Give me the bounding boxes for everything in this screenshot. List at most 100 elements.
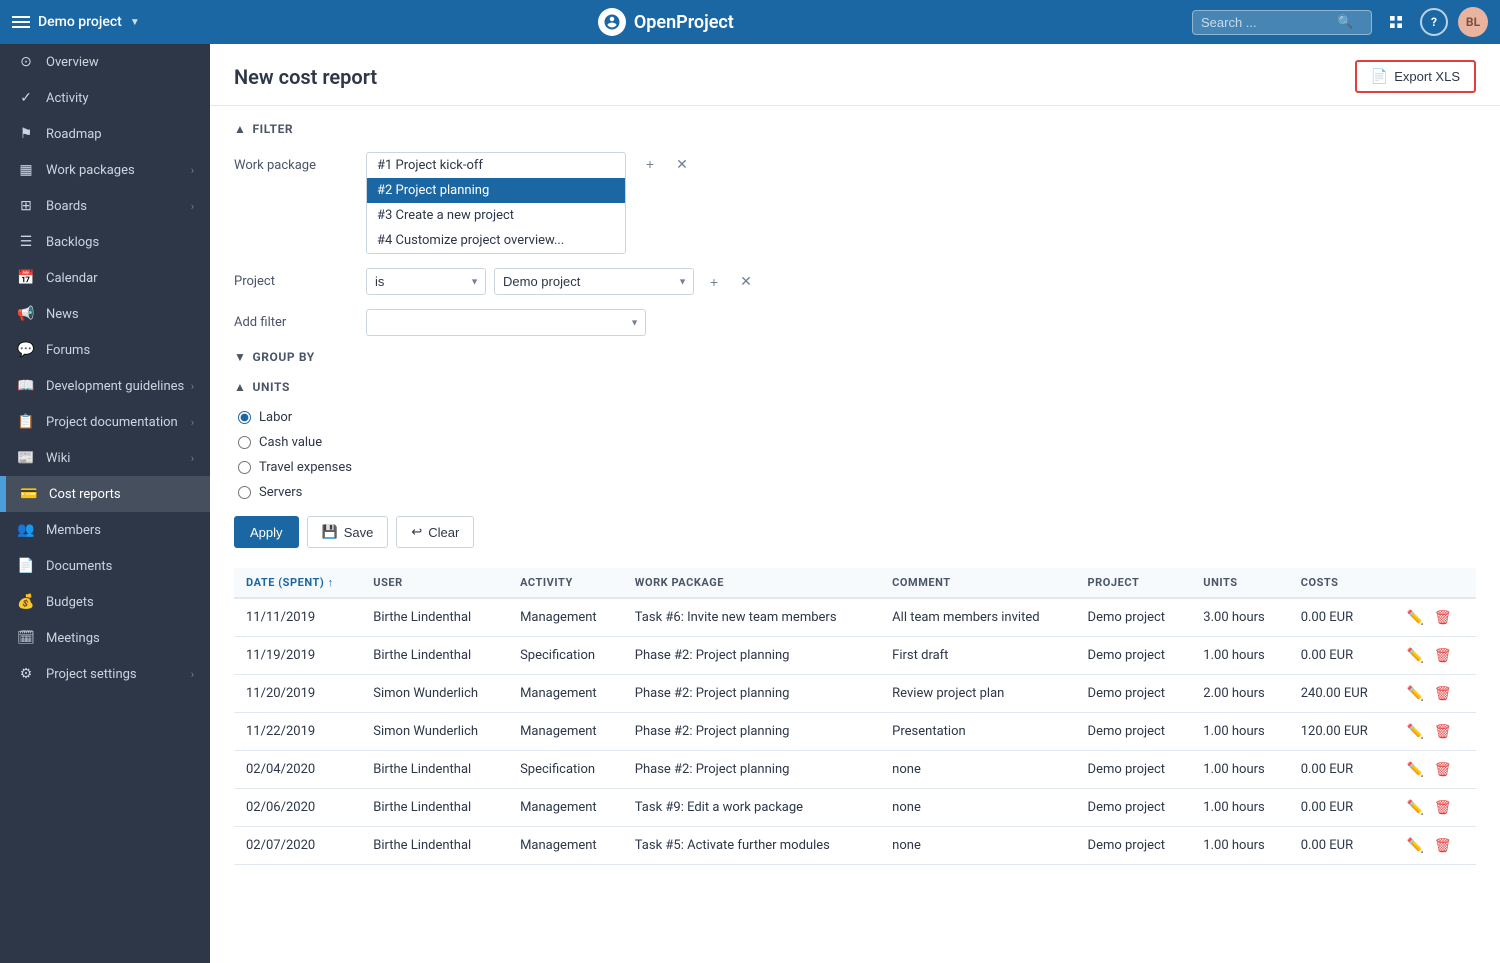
search-box[interactable]: 🔍: [1192, 10, 1372, 35]
delete-button-3[interactable]: 🗑: [1432, 721, 1454, 742]
delete-button-1[interactable]: 🗑: [1432, 645, 1454, 666]
wp-options-list[interactable]: #1 Project kick-off#2 Project planning#3…: [366, 152, 626, 254]
col-header-activity[interactable]: ACTIVITY: [508, 568, 623, 598]
cell-work_package-5[interactable]: Task #9: Edit a work package: [623, 789, 880, 827]
unit-option-travel-expenses[interactable]: Travel expenses: [238, 460, 1476, 475]
delete-button-6[interactable]: 🗑: [1432, 835, 1454, 856]
sidebar-item-forums[interactable]: 💬 Forums: [0, 332, 210, 368]
grid-icon[interactable]: [1382, 8, 1410, 36]
help-icon[interactable]: ?: [1420, 8, 1448, 36]
unit-radio-servers[interactable]: [238, 486, 251, 499]
delete-button-5[interactable]: 🗑: [1432, 797, 1454, 818]
wp-add-button[interactable]: +: [638, 152, 662, 176]
delete-button-0[interactable]: 🗑: [1432, 607, 1454, 628]
wp-option-3[interactable]: #3 Create a new project: [367, 203, 625, 228]
sidebar-item-members[interactable]: 👥 Members: [0, 512, 210, 548]
filter-section-header[interactable]: ▲ FILTER: [234, 122, 1476, 136]
group-by-header[interactable]: ▼ GROUP BY: [234, 350, 1476, 364]
cell-user-5[interactable]: Birthe Lindenthal: [361, 789, 508, 827]
cell-project-1[interactable]: Demo project: [1076, 637, 1192, 675]
col-header-date[interactable]: DATE (SPENT) ↑: [234, 568, 361, 598]
cell-work_package-4[interactable]: Phase #2: Project planning: [623, 751, 880, 789]
project-name[interactable]: Demo project: [38, 14, 122, 30]
search-input[interactable]: [1201, 15, 1331, 30]
unit-radio-cash-value[interactable]: [238, 436, 251, 449]
edit-button-2[interactable]: ✏️: [1404, 683, 1425, 704]
sidebar-item-backlogs[interactable]: ☰ Backlogs: [0, 224, 210, 260]
user-avatar[interactable]: BL: [1458, 7, 1488, 37]
cell-user-1[interactable]: Birthe Lindenthal: [361, 637, 508, 675]
save-button[interactable]: 💾 Save: [307, 516, 389, 548]
unit-option-labor[interactable]: Labor: [238, 410, 1476, 425]
work-package-dropdown[interactable]: #1 Project kick-off#2 Project planning#3…: [366, 152, 626, 254]
edit-button-3[interactable]: ✏️: [1404, 721, 1425, 742]
cell-user-0[interactable]: Birthe Lindenthal: [361, 598, 508, 637]
unit-option-servers[interactable]: Servers: [238, 485, 1476, 500]
sidebar-item-project-settings[interactable]: ⚙ Project settings ›: [0, 656, 210, 692]
edit-button-1[interactable]: ✏️: [1404, 645, 1425, 666]
cell-user-4[interactable]: Birthe Lindenthal: [361, 751, 508, 789]
delete-button-2[interactable]: 🗑: [1432, 683, 1454, 704]
add-filter-select[interactable]: [366, 309, 646, 336]
cell-project-0[interactable]: Demo project: [1076, 598, 1192, 637]
cell-user-6[interactable]: Birthe Lindenthal: [361, 827, 508, 865]
col-header-user[interactable]: USER: [361, 568, 508, 598]
project-operator-select[interactable]: is is not: [366, 268, 486, 295]
sidebar-item-activity[interactable]: ✓ Activity: [0, 80, 210, 116]
sidebar-item-budgets[interactable]: 💰 Budgets: [0, 584, 210, 620]
wp-remove-button[interactable]: ✕: [670, 152, 694, 176]
cell-project-2[interactable]: Demo project: [1076, 675, 1192, 713]
cell-project-4[interactable]: Demo project: [1076, 751, 1192, 789]
cell-work_package-2[interactable]: Phase #2: Project planning: [623, 675, 880, 713]
cell-project-3[interactable]: Demo project: [1076, 713, 1192, 751]
cell-work_package-3[interactable]: Phase #2: Project planning: [623, 713, 880, 751]
sidebar-item-work-packages[interactable]: ▦ Work packages ›: [0, 152, 210, 188]
sidebar-item-roadmap[interactable]: ⚑ Roadmap: [0, 116, 210, 152]
delete-button-4[interactable]: 🗑: [1432, 759, 1454, 780]
cell-project-5[interactable]: Demo project: [1076, 789, 1192, 827]
edit-button-4[interactable]: ✏️: [1404, 759, 1425, 780]
unit-radio-travel-expenses[interactable]: [238, 461, 251, 474]
sidebar-item-boards[interactable]: ⊞ Boards ›: [0, 188, 210, 224]
col-header-project[interactable]: PROJECT: [1076, 568, 1192, 598]
sidebar-item-dev-guidelines[interactable]: 📖 Development guidelines ›: [0, 368, 210, 404]
cell-user-2[interactable]: Simon Wunderlich: [361, 675, 508, 713]
cell-work_package-1[interactable]: Phase #2: Project planning: [623, 637, 880, 675]
sidebar-item-project-doc[interactable]: 📋 Project documentation ›: [0, 404, 210, 440]
hamburger-menu[interactable]: [12, 16, 30, 28]
sidebar-item-news[interactable]: 📢 News: [0, 296, 210, 332]
project-dropdown-arrow[interactable]: ▼: [130, 17, 140, 28]
units-header[interactable]: ▲ UNITS: [234, 380, 1476, 394]
wp-option-4[interactable]: #4 Customize project overview...: [367, 228, 625, 253]
unit-option-cash-value[interactable]: Cash value: [238, 435, 1476, 450]
wp-option-1[interactable]: #1 Project kick-off: [367, 153, 625, 178]
project-remove-button[interactable]: ✕: [734, 270, 758, 294]
apply-button[interactable]: Apply: [234, 516, 299, 548]
wp-option-2[interactable]: #2 Project planning: [367, 178, 625, 203]
edit-button-5[interactable]: ✏️: [1404, 797, 1425, 818]
clear-button[interactable]: ↩ Clear: [396, 516, 474, 548]
project-value-select[interactable]: Demo project: [494, 268, 694, 295]
project-add-button[interactable]: +: [702, 270, 726, 294]
cell-work_package-0[interactable]: Task #6: Invite new team members: [623, 598, 880, 637]
sidebar-item-documents[interactable]: 📄 Documents: [0, 548, 210, 584]
edit-button-6[interactable]: ✏️: [1404, 835, 1425, 856]
project-value-wrapper[interactable]: Demo project: [494, 268, 694, 295]
sidebar-item-meetings[interactable]: 🗓 Meetings: [0, 620, 210, 656]
col-header-units[interactable]: UNITS: [1191, 568, 1288, 598]
cell-project-6[interactable]: Demo project: [1076, 827, 1192, 865]
export-xls-button[interactable]: 📄 Export XLS: [1355, 60, 1476, 93]
col-header-costs[interactable]: COSTS: [1289, 568, 1393, 598]
sidebar-item-calendar[interactable]: 📅 Calendar: [0, 260, 210, 296]
project-operator-wrapper[interactable]: is is not: [366, 268, 486, 295]
project-selector[interactable]: Demo project ▼: [12, 14, 140, 30]
col-header-work_package[interactable]: WORK PACKAGE: [623, 568, 880, 598]
cell-work_package-6[interactable]: Task #5: Activate further modules: [623, 827, 880, 865]
add-filter-wrapper[interactable]: [366, 309, 646, 336]
edit-button-0[interactable]: ✏️: [1404, 607, 1425, 628]
sidebar-item-cost-reports[interactable]: 💳 Cost reports: [0, 476, 210, 512]
unit-radio-labor[interactable]: [238, 411, 251, 424]
sidebar-item-overview[interactable]: ⊙ Overview: [0, 44, 210, 80]
cell-user-3[interactable]: Simon Wunderlich: [361, 713, 508, 751]
sidebar-item-wiki[interactable]: 📰 Wiki ›: [0, 440, 210, 476]
